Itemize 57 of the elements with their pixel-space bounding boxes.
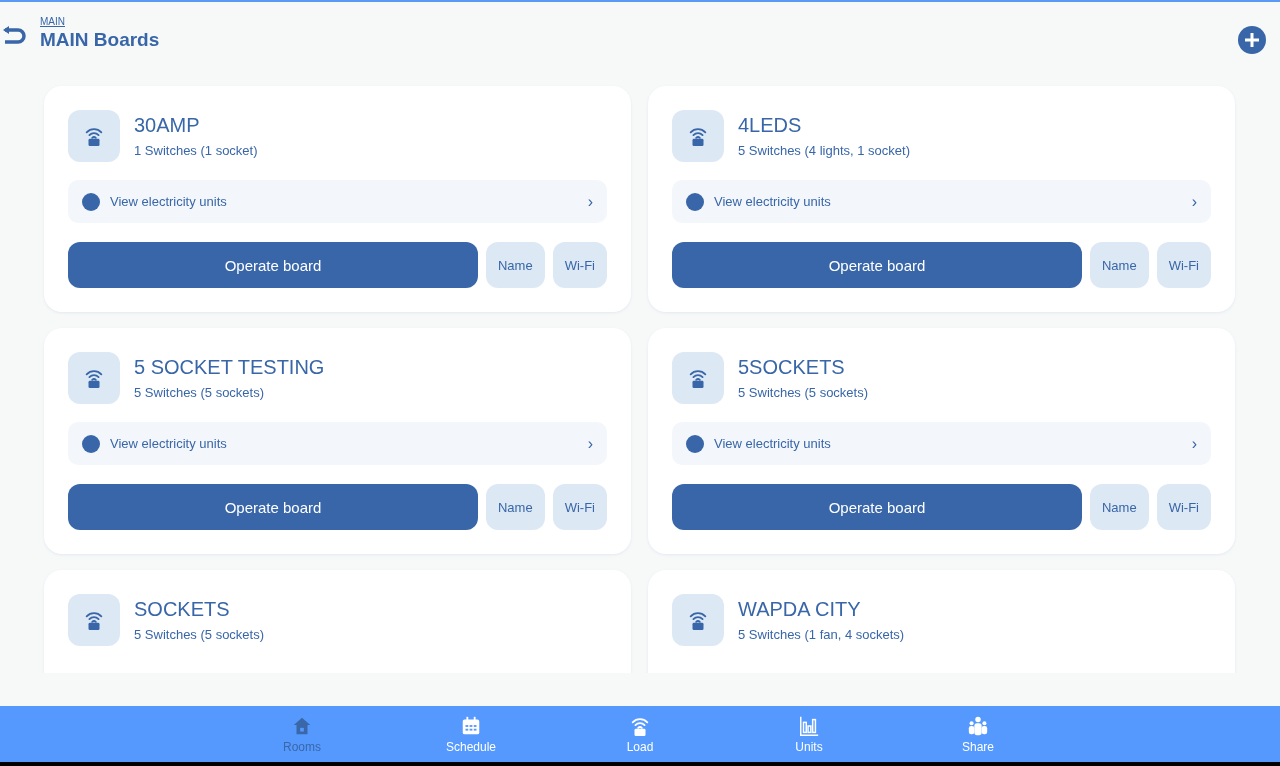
router-icon: [83, 367, 105, 389]
chevron-icon: ›: [1191, 434, 1197, 453]
name-button[interactable]: Name: [1090, 484, 1149, 530]
wifi-button[interactable]: Wi-Fi: [552, 484, 607, 530]
chevron-icon: ›: [587, 434, 593, 453]
dot-icon: [686, 192, 704, 211]
board-name: WAPDA CITY: [738, 598, 861, 621]
board-name: 4LEDS: [738, 114, 802, 137]
router-icon: [687, 609, 709, 631]
board-name: 5SOCKETS: [738, 356, 845, 379]
bar-chart-icon: [798, 714, 820, 737]
name-button[interactable]: Name: [1090, 242, 1149, 288]
calendar-icon: [460, 714, 482, 737]
dot-icon: [82, 434, 100, 453]
units-link-label: View electricity units: [714, 194, 832, 209]
nav-tab[interactable]: Schedule: [386, 706, 556, 762]
people-icon: [967, 714, 989, 737]
board-name: 5 SOCKET TESTING: [134, 356, 325, 379]
wifi-button[interactable]: Wi-Fi: [1156, 484, 1211, 530]
dot-icon: [686, 434, 704, 453]
router-icon: [687, 367, 709, 389]
units-link-label: View electricity units: [110, 436, 228, 451]
operate-board-button[interactable]: Operate board: [68, 484, 478, 530]
switch-count: 5 Switches (5 sockets): [134, 385, 265, 400]
electricity-units-link[interactable]: View electricity units ›: [68, 422, 607, 465]
board-name: 30AMP: [134, 114, 200, 137]
wifi-button[interactable]: Wi-Fi: [1156, 242, 1211, 288]
nav-tab[interactable]: Share: [893, 706, 1063, 762]
back-icon[interactable]: [2, 26, 28, 46]
chevron-icon: ›: [1191, 192, 1197, 211]
nav-tab[interactable]: Units: [724, 706, 894, 762]
switch-count: 5 Switches (1 fan, 4 sockets): [738, 627, 905, 642]
operate-board-button[interactable]: Operate board: [68, 242, 478, 288]
electricity-units-link[interactable]: View electricity units ›: [672, 422, 1211, 465]
dot-icon: [82, 192, 100, 211]
operate-board-button[interactable]: Operate board: [672, 242, 1082, 288]
router-icon: [83, 609, 105, 631]
switch-count: 5 Switches (5 sockets): [738, 385, 869, 400]
switch-count: 5 Switches (5 sockets): [134, 627, 265, 642]
board-name: SOCKETS: [134, 598, 230, 621]
chevron-icon: ›: [587, 192, 593, 211]
name-button[interactable]: Name: [486, 484, 545, 530]
router-icon: [83, 125, 105, 147]
add-button[interactable]: [1238, 26, 1266, 54]
electricity-units-link[interactable]: View electricity units ›: [672, 180, 1211, 223]
breadcrumb-link[interactable]: MAIN: [40, 16, 65, 27]
wifi-button[interactable]: Wi-Fi: [552, 242, 607, 288]
operate-board-button[interactable]: Operate board: [672, 484, 1082, 530]
units-link-label: View electricity units: [110, 194, 228, 209]
switch-count: 1 Switches (1 socket): [134, 143, 258, 158]
units-link-label: View electricity units: [714, 436, 832, 451]
router-icon: [687, 125, 709, 147]
switch-count: 5 Switches (4 lights, 1 socket): [738, 143, 910, 158]
nav-tab[interactable]: Load: [555, 706, 725, 762]
electricity-units-link[interactable]: View electricity units ›: [68, 180, 607, 223]
name-button[interactable]: Name: [486, 242, 545, 288]
page-title: MAIN Boards: [40, 29, 160, 51]
